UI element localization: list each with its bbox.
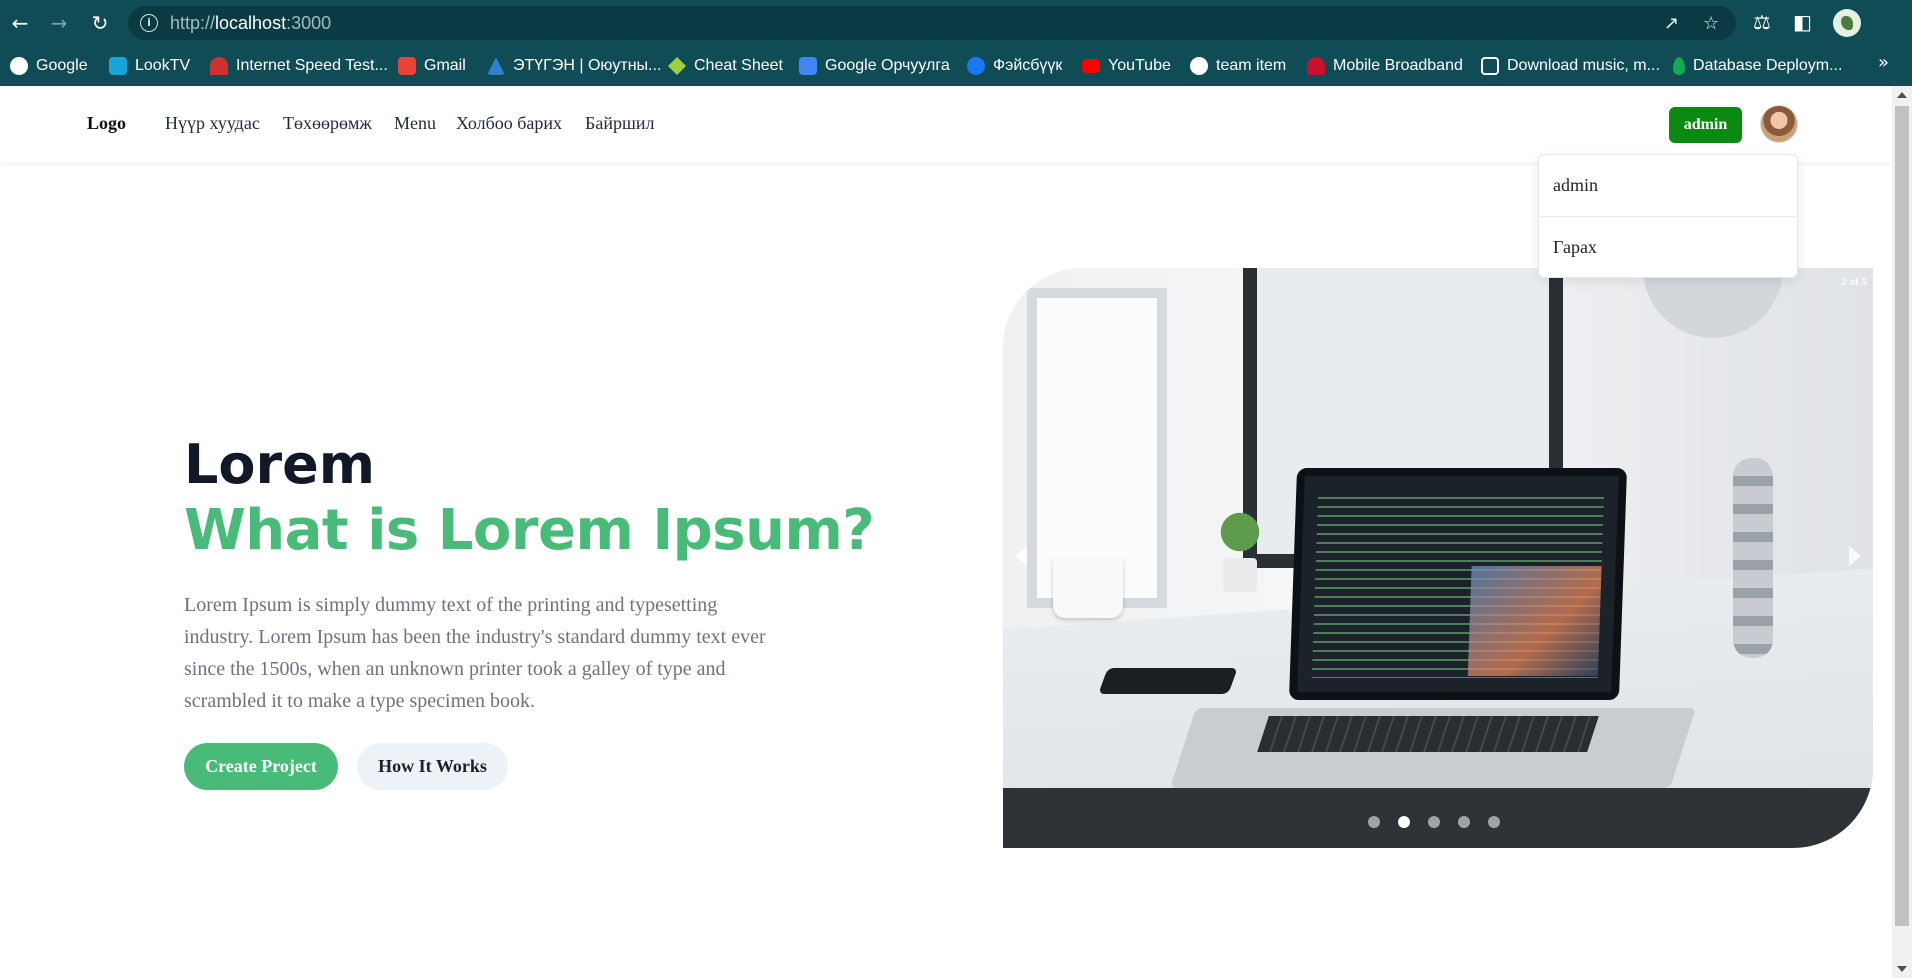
slide-speaker-decor	[1733, 458, 1773, 658]
facebook-icon	[967, 57, 985, 75]
slide-counter: 2 of 5	[1841, 276, 1867, 288]
bookmark-team-item[interactable]: team item	[1190, 54, 1286, 78]
carousel-dots	[1368, 816, 1500, 828]
slide-wallpaper-decor	[1467, 566, 1602, 676]
bookmarks-bar: Google LookTV Internet Speed Test... Gma…	[0, 46, 1912, 86]
slide-phone-decor	[1098, 668, 1238, 694]
bookmark-gmail[interactable]: Gmail	[398, 54, 466, 78]
image-carousel[interactable]: 2 of 5	[1003, 268, 1873, 848]
bookmark-google-translate[interactable]: Google Орчуулга	[799, 54, 950, 78]
dropdown-item-admin[interactable]: admin	[1539, 155, 1797, 216]
google-translate-icon	[799, 57, 817, 75]
browser-profile-icon[interactable]	[1833, 9, 1861, 37]
carousel-dot[interactable]	[1428, 816, 1440, 828]
site-header: Logo Нүүр хуудас Төхөөрөмж Menu Холбоо б…	[0, 86, 1892, 162]
hero-eyebrow: Lorem	[184, 433, 376, 496]
avatar[interactable]	[1760, 105, 1798, 143]
dropdown-item-logout[interactable]: Гарах	[1539, 216, 1797, 277]
bookmark-google[interactable]: Google	[10, 54, 88, 78]
gmail-icon	[398, 57, 416, 75]
globe-icon	[1190, 57, 1208, 75]
bookmark-database-deployment[interactable]: Database Deploym...	[1673, 54, 1842, 78]
mongodb-leaf-icon	[1673, 57, 1685, 75]
slide-mug-decor	[1053, 558, 1123, 618]
etugen-icon	[487, 57, 505, 75]
bookmark-mobile-broadband[interactable]: Mobile Broadband	[1307, 54, 1463, 78]
speedtest-icon	[210, 57, 228, 75]
create-project-button[interactable]: Create Project	[184, 743, 338, 790]
admin-button[interactable]: admin	[1669, 107, 1742, 143]
site-info-icon[interactable]: i	[140, 14, 158, 32]
carousel-dot[interactable]	[1368, 816, 1380, 828]
more-bookmarks-icon[interactable]: »	[1878, 52, 1889, 73]
cheat-sheet-icon	[668, 57, 686, 75]
back-icon[interactable]: ←	[8, 11, 32, 35]
nav-devices[interactable]: Төхөөрөмж	[283, 113, 372, 134]
nav-menu[interactable]: Menu	[394, 113, 436, 134]
how-it-works-button[interactable]: How It Works	[357, 743, 508, 790]
nav-contact[interactable]: Холбоо барих	[456, 113, 562, 134]
bookmark-download-music[interactable]: Download music, m...	[1481, 54, 1660, 78]
scroll-up-icon[interactable]	[1897, 92, 1907, 98]
carousel-dot-active[interactable]	[1398, 816, 1410, 828]
bookmark-star-icon[interactable]: ☆	[1703, 15, 1719, 33]
side-panel-icon[interactable]: ◧	[1793, 11, 1812, 33]
bookmark-cheat-sheet[interactable]: Cheat Sheet	[668, 54, 783, 78]
hero-title: What is Lorem Ipsum?	[184, 498, 875, 563]
user-dropdown-menu: admin Гарах	[1538, 154, 1798, 278]
bookmark-looktv[interactable]: LookTV	[109, 54, 190, 78]
google-icon	[10, 57, 28, 75]
site-logo[interactable]: Logo	[87, 113, 126, 134]
looktv-icon	[109, 57, 127, 75]
page-scrollbar[interactable]	[1892, 86, 1912, 978]
carousel-prev-icon[interactable]	[1015, 546, 1027, 566]
carousel-dot[interactable]	[1488, 816, 1500, 828]
share-icon[interactable]: ↗	[1664, 15, 1679, 33]
slide-pot-decor	[1223, 558, 1257, 592]
nav-home[interactable]: Нүүр хуудас	[165, 113, 260, 134]
bookmark-speedtest[interactable]: Internet Speed Test...	[210, 54, 388, 78]
url-text[interactable]: http://localhost:3000	[170, 13, 331, 34]
slide-keyboard-decor	[1257, 716, 1599, 752]
browser-toolbar: ← → ↻ i http://localhost:3000 ↗ ☆ ⚖ ◧	[0, 0, 1912, 46]
reload-icon[interactable]: ↻	[88, 11, 112, 35]
carousel-next-icon[interactable]	[1849, 546, 1861, 566]
huawei-icon	[1307, 57, 1325, 75]
forward-icon[interactable]: →	[47, 11, 71, 35]
download-site-icon	[1481, 57, 1499, 75]
hero-description: Lorem Ipsum is simply dummy text of the …	[184, 594, 766, 712]
carousel-dot[interactable]	[1458, 816, 1470, 828]
nav-location[interactable]: Байршил	[585, 113, 654, 134]
extensions-icon[interactable]: ⚖	[1753, 11, 1771, 33]
bookmark-etugen[interactable]: ЭТҮГЭН | Оюутны...	[487, 54, 661, 78]
scroll-down-icon[interactable]	[1897, 966, 1907, 972]
address-bar[interactable]: i http://localhost:3000 ↗ ☆	[128, 6, 1736, 40]
scroll-thumb[interactable]	[1895, 106, 1909, 926]
youtube-icon	[1082, 59, 1100, 73]
slide-laptop-screen-decor	[1288, 468, 1628, 700]
bookmark-facebook[interactable]: Фэйсбүүк	[967, 54, 1062, 78]
bookmark-youtube[interactable]: YouTube	[1082, 54, 1171, 78]
